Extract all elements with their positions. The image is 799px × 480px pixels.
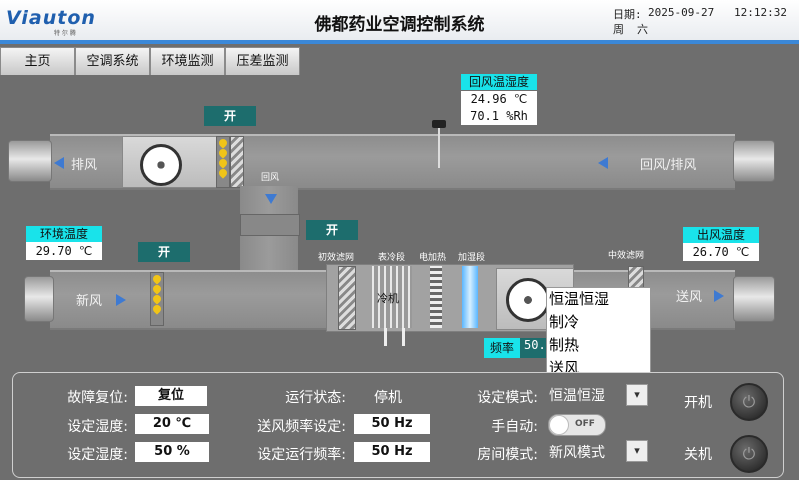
return-arrow-icon bbox=[598, 157, 608, 169]
return-sensor-title: 回风温湿度 bbox=[461, 74, 537, 90]
exhaust-outlet-pipe bbox=[8, 140, 52, 182]
start-power-button[interactable]: ⏻ bbox=[730, 383, 768, 421]
humidifying-label: 加湿段 bbox=[458, 253, 486, 263]
fault-reset-label: 故障复位: bbox=[67, 390, 128, 406]
supply-freq-input[interactable]: 50 Hz bbox=[354, 414, 430, 434]
fresh-air-inlet-pipe bbox=[24, 276, 54, 322]
tab-pressure[interactable]: 压差监测 bbox=[225, 47, 300, 75]
exhaust-label: 排风 bbox=[71, 158, 98, 173]
cooling-coil-text: 冷机 bbox=[377, 292, 399, 305]
run-status-label: 运行状态: bbox=[285, 390, 346, 406]
weekday-label: 周 bbox=[613, 23, 624, 36]
medium-filter-label: 中效滤网 bbox=[608, 251, 645, 261]
primary-filter-label: 初效滤网 bbox=[318, 253, 355, 263]
fresh-air-label: 新风 bbox=[76, 294, 103, 309]
primary-filter bbox=[338, 266, 356, 330]
room-mode-dropdown-icon[interactable]: ▾ bbox=[626, 440, 648, 462]
toggle-knob bbox=[549, 415, 569, 435]
toggle-state-text: OFF bbox=[575, 419, 595, 429]
power-icon: ⏻ bbox=[742, 444, 756, 463]
set-mode-value[interactable]: 恒温恒湿 bbox=[549, 385, 605, 405]
exhaust-damper-open-button[interactable]: 开 bbox=[204, 106, 256, 126]
return-sensor-humidity: 70.1 %Rh bbox=[461, 108, 537, 125]
weekday-value: 六 bbox=[637, 23, 648, 36]
time-value: 12:12:32 bbox=[734, 6, 787, 19]
set-humidity-label-1: 设定湿度: bbox=[67, 419, 128, 435]
coil-pipe-2 bbox=[402, 328, 405, 346]
return-exhaust-label: 回风/排风 bbox=[640, 158, 697, 173]
manual-auto-label: 手自动: bbox=[491, 419, 538, 435]
set-humidity-label-2: 设定湿度: bbox=[67, 447, 128, 463]
room-mode-label: 房间模式: bbox=[477, 447, 538, 463]
exhaust-grille bbox=[230, 136, 244, 188]
manual-auto-toggle[interactable]: OFF bbox=[548, 414, 606, 436]
set-humidity-input-1[interactable]: 20 ℃ bbox=[135, 414, 209, 434]
set-humidity-input-2[interactable]: 50 % bbox=[135, 442, 209, 462]
return-air-down-arrow-icon bbox=[265, 194, 277, 204]
exhaust-fan-icon bbox=[140, 144, 182, 186]
mode-option-heating[interactable]: 制热 bbox=[547, 334, 650, 357]
electric-heater bbox=[430, 266, 442, 328]
return-air-label: 回风 bbox=[261, 173, 280, 183]
set-mode-dropdown-icon[interactable]: ▾ bbox=[626, 384, 648, 406]
fresh-air-damper-open-button[interactable]: 开 bbox=[138, 242, 190, 262]
return-damper-open-button[interactable]: 开 bbox=[306, 220, 358, 240]
room-mode-value[interactable]: 新风模式 bbox=[549, 442, 605, 462]
supply-air-arrow-icon bbox=[714, 290, 724, 302]
supply-temp-title: 出风温度 bbox=[683, 227, 759, 243]
power-icon: ⏻ bbox=[742, 392, 756, 411]
fresh-air-damper bbox=[150, 272, 164, 326]
return-sensor-probe bbox=[438, 128, 440, 168]
tab-ac-system[interactable]: 空调系统 bbox=[75, 47, 150, 75]
run-freq-label: 设定运行频率: bbox=[257, 447, 346, 463]
supply-temp-value: 26.70 ℃ bbox=[683, 243, 759, 261]
return-damper bbox=[240, 214, 300, 236]
exhaust-arrow-icon bbox=[54, 157, 64, 169]
fault-reset-button[interactable]: 复位 bbox=[135, 386, 207, 406]
return-inlet-pipe bbox=[733, 140, 775, 182]
date-value: 2025-09-27 bbox=[648, 6, 715, 19]
run-freq-input[interactable]: 50 Hz bbox=[354, 442, 430, 462]
env-temp-title: 环境温度 bbox=[26, 226, 102, 242]
stop-power-button[interactable]: ⏻ bbox=[730, 435, 768, 473]
fresh-air-arrow-icon bbox=[116, 294, 126, 306]
stop-label: 关机 bbox=[684, 447, 712, 463]
coil-pipe-1 bbox=[384, 328, 387, 346]
tab-environment[interactable]: 环境监测 bbox=[150, 47, 225, 75]
exhaust-damper bbox=[216, 136, 230, 188]
run-status-value: 停机 bbox=[374, 390, 402, 406]
set-mode-label: 设定模式: bbox=[477, 390, 538, 406]
return-sensor-temp: 24.96 ℃ bbox=[461, 91, 537, 108]
air-handling-diagram: 排风 回风/排风 开 回风温湿度 24.96 ℃ 70.1 %Rh 回风 开 新… bbox=[0, 74, 799, 372]
supply-freq-label: 送风频率设定: bbox=[257, 419, 346, 435]
tab-home[interactable]: 主页 bbox=[0, 47, 75, 75]
env-temp-value: 29.70 ℃ bbox=[26, 242, 102, 260]
electric-heating-label: 电加热 bbox=[419, 253, 447, 263]
humidifier bbox=[462, 266, 478, 328]
mode-option-constant[interactable]: 恒温恒湿 bbox=[547, 288, 650, 311]
freq-label: 频率 bbox=[484, 338, 520, 358]
supply-outlet-pipe bbox=[733, 276, 775, 322]
mode-option-cooling[interactable]: 制冷 bbox=[547, 311, 650, 334]
supply-air-label: 送风 bbox=[676, 290, 703, 305]
return-sensor-icon bbox=[432, 120, 446, 128]
cooling-section-label: 表冷段 bbox=[378, 253, 406, 263]
date-label: 日期: bbox=[613, 8, 642, 21]
supply-fan-icon bbox=[506, 278, 550, 322]
start-label: 开机 bbox=[684, 395, 712, 411]
mode-dropdown-menu: 恒温恒湿 制冷 制热 送风 bbox=[546, 287, 651, 384]
